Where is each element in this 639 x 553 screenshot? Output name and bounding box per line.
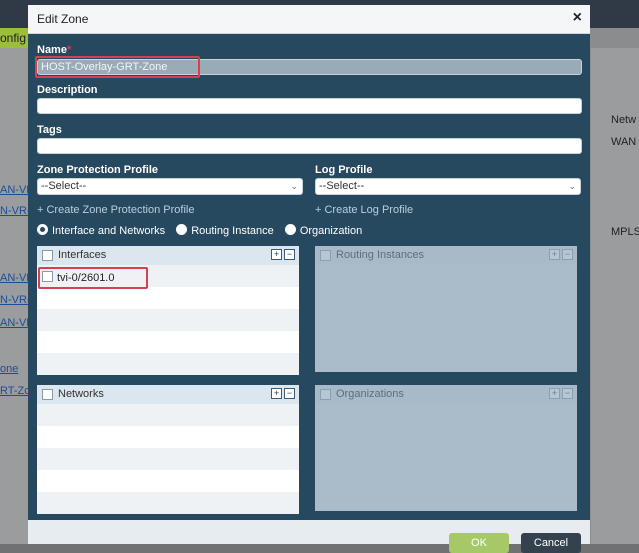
name-label-text: Name <box>37 44 67 56</box>
zone-protection-value: --Select-- <box>41 180 87 192</box>
interfaces-title: Interfaces <box>58 249 107 261</box>
interfaces-panel-header: Interfaces + − <box>37 246 299 266</box>
radio-routing-instance[interactable]: Routing Instance <box>176 224 274 237</box>
routing-instances-header: Routing Instances + − <box>315 246 577 266</box>
background-cell: MPLS <box>611 226 639 238</box>
networks-panel: Networks + − <box>37 385 299 514</box>
list-row-empty <box>37 448 299 470</box>
radio-selected-icon <box>37 224 48 235</box>
description-label: Description <box>37 84 98 96</box>
config-tab-label: onfig <box>0 31 27 45</box>
organizations-title: Organizations <box>336 388 404 400</box>
list-row-empty <box>37 404 299 426</box>
remove-icon: − <box>562 249 573 260</box>
add-icon: + <box>549 388 560 399</box>
background-cell: Netw <box>611 114 637 126</box>
remove-icon[interactable]: − <box>284 388 295 399</box>
log-profile-select[interactable]: --Select-- ⌄ <box>315 178 581 195</box>
background-zone-list: AN-VR- N-VR- AN-VR- N-VR- AN-VR- one RT-… <box>0 48 38 544</box>
chevron-down-icon: ⌄ <box>290 181 298 191</box>
zone-protection-select[interactable]: --Select-- ⌄ <box>37 178 303 195</box>
routing-instances-panel: Routing Instances + − <box>315 246 577 372</box>
select-all-checkbox <box>320 250 331 261</box>
select-all-checkbox[interactable] <box>42 250 53 261</box>
select-all-checkbox <box>320 389 331 400</box>
organizations-list <box>315 404 577 511</box>
required-mark: * <box>66 44 72 56</box>
tags-label: Tags <box>37 124 62 136</box>
description-field[interactable] <box>37 98 582 114</box>
ok-button[interactable]: OK <box>449 533 509 553</box>
tags-field[interactable] <box>37 138 582 154</box>
networks-list <box>37 404 299 514</box>
networks-panel-header: Networks + − <box>37 385 299 405</box>
radio-icon <box>176 224 188 235</box>
dialog-title: Edit Zone <box>37 12 89 26</box>
background-link[interactable]: one <box>0 363 18 375</box>
organizations-panel: Organizations + − <box>315 385 577 511</box>
interfaces-panel: Interfaces + − tvi-0/2601.0 <box>37 246 299 375</box>
create-log-profile-link[interactable]: + Create Log Profile <box>315 204 413 216</box>
radio-label: Organization <box>299 225 363 237</box>
list-row-empty <box>37 309 299 331</box>
routing-instances-title: Routing Instances <box>336 249 425 261</box>
background-cell: WAN <box>611 136 637 148</box>
edit-zone-dialog: Edit Zone × Name* HOST-Overlay-GRT-Zone … <box>28 5 590 553</box>
log-profile-value: --Select-- <box>319 180 365 192</box>
select-all-checkbox[interactable] <box>42 389 53 400</box>
add-icon: + <box>549 249 560 260</box>
log-profile-label: Log Profile <box>315 164 373 176</box>
remove-icon: − <box>562 388 573 399</box>
routing-instances-list <box>315 265 577 372</box>
radio-label: Interface and Networks <box>52 225 166 237</box>
interface-highlight-box <box>38 267 148 289</box>
chevron-down-icon: ⌄ <box>568 181 576 191</box>
dialog-header: Edit Zone × <box>28 5 590 34</box>
zone-protection-label: Zone Protection Profile <box>37 164 159 176</box>
radio-label: Routing Instance <box>191 225 274 237</box>
background-link[interactable]: N-VR- <box>0 294 31 306</box>
organizations-header: Organizations + − <box>315 385 577 405</box>
close-icon[interactable]: × <box>573 9 582 27</box>
cancel-button[interactable]: Cancel <box>521 533 581 553</box>
add-icon[interactable]: + <box>271 388 282 399</box>
background-link[interactable]: N-VR- <box>0 205 31 217</box>
name-label: Name* <box>37 44 71 56</box>
name-highlight-box <box>35 56 200 78</box>
radio-interface-networks[interactable]: Interface and Networks <box>37 224 166 237</box>
background-link[interactable]: RT-Zo <box>0 385 30 397</box>
config-tab[interactable]: onfig <box>0 28 30 48</box>
list-row-empty <box>37 492 299 514</box>
zone-type-radio-group: Interface and Networks Routing Instance … <box>37 224 370 237</box>
radio-icon <box>284 224 296 235</box>
background-network-column: Netw WAN MPLS <box>591 48 639 544</box>
remove-icon[interactable]: − <box>284 249 295 260</box>
create-zone-protection-link[interactable]: + Create Zone Protection Profile <box>37 204 194 216</box>
list-row-empty <box>37 353 299 375</box>
networks-title: Networks <box>58 388 104 400</box>
radio-organization[interactable]: Organization <box>284 224 363 237</box>
add-icon[interactable]: + <box>271 249 282 260</box>
